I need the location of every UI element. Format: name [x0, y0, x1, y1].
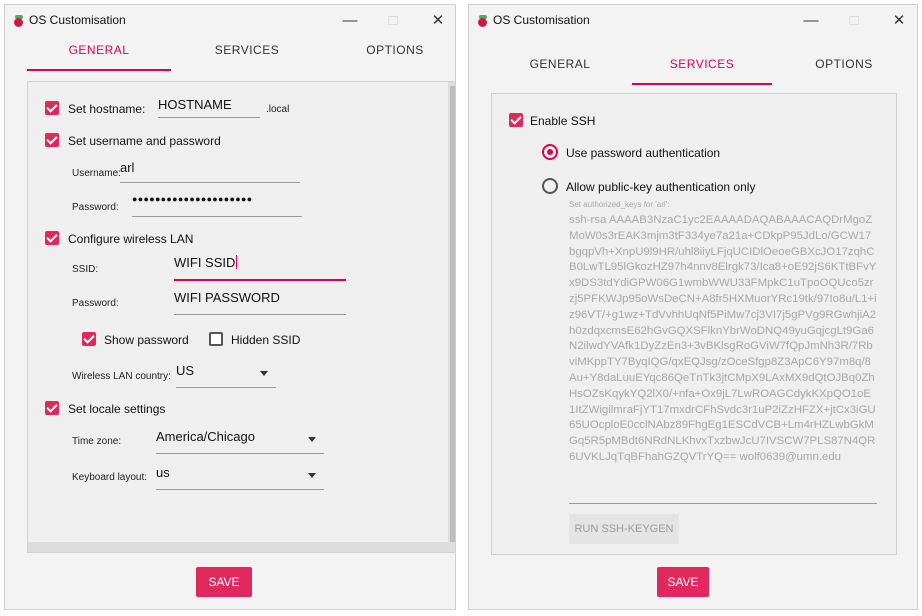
hostname-input[interactable]: HOSTNAME: [158, 97, 260, 118]
ssid-input[interactable]: WIFI SSID: [174, 255, 346, 281]
authorized-keys-underline: [569, 503, 877, 504]
chevron-down-icon: [260, 371, 268, 376]
wlan-password-label: Password:: [72, 298, 119, 309]
configure-wlan-label: Configure wireless LAN: [68, 232, 194, 246]
authorized-keys-label: Set authorized_keys for 'arl':: [569, 200, 670, 209]
wlan-country-select[interactable]: US: [176, 363, 276, 388]
os-customisation-window-general: OS Customisation — □ ✕ GENERAL SERVICES …: [4, 4, 456, 610]
wlan-password-value: WIFI PASSWORD: [174, 290, 280, 305]
pubkey-auth-label: Allow public-key authentication only: [566, 180, 756, 194]
chevron-down-icon: [308, 437, 316, 442]
minimize-button[interactable]: —: [338, 9, 362, 33]
hidden-ssid-label: Hidden SSID: [231, 333, 301, 347]
set-locale-label: Set locale settings: [68, 402, 166, 416]
timezone-value: America/Chicago: [156, 429, 255, 444]
configure-wlan-checkbox[interactable]: [45, 231, 59, 245]
tab-services[interactable]: SERVICES: [175, 35, 319, 77]
timezone-label: Time zone:: [72, 436, 122, 447]
set-username-password-checkbox[interactable]: [45, 133, 59, 147]
authorized-keys-textarea[interactable]: ssh-rsa AAAAB3NzaC1yc2EAAAADAQABAAACAQDr…: [569, 213, 877, 466]
title-bar[interactable]: OS Customisation — □ ✕: [5, 5, 455, 37]
keyboard-layout-value: us: [156, 465, 170, 480]
set-hostname-label: Set hostname:: [68, 102, 146, 116]
raspberry-pi-icon: [13, 15, 25, 27]
enable-ssh-label: Enable SSH: [530, 114, 596, 128]
tab-bar: GENERAL SERVICES OPTIONS: [5, 35, 455, 77]
scrollbar-thumb[interactable]: [450, 86, 455, 542]
keyboard-layout-select[interactable]: us: [156, 465, 324, 490]
tab-bar: GENERAL SERVICES OPTIONS: [469, 49, 917, 91]
text-cursor: [236, 255, 238, 269]
minimize-button[interactable]: —: [799, 9, 823, 33]
username-value: arl: [120, 160, 135, 175]
active-tab-indicator: [632, 83, 772, 85]
close-button[interactable]: ✕: [426, 9, 450, 33]
wlan-country-value: US: [176, 363, 195, 378]
chevron-down-icon: [308, 473, 316, 478]
username-input[interactable]: arl: [120, 160, 300, 183]
pubkey-auth-radio[interactable]: [542, 178, 558, 194]
set-hostname-checkbox[interactable]: [45, 101, 59, 115]
username-label: Username:: [72, 168, 121, 179]
hostname-suffix: .local: [266, 104, 290, 115]
set-username-password-label: Set username and password: [68, 134, 221, 148]
password-auth-radio[interactable]: [542, 144, 558, 160]
keyboard-layout-label: Keyboard layout:: [72, 472, 148, 483]
tab-options[interactable]: OPTIONS: [323, 35, 455, 77]
password-auth-label: Use password authentication: [566, 146, 721, 160]
run-ssh-keygen-button[interactable]: RUN SSH-KEYGEN: [569, 514, 679, 544]
show-password-label: Show password: [104, 333, 189, 347]
hidden-ssid-checkbox[interactable]: [209, 332, 223, 346]
window-title: OS Customisation: [493, 13, 590, 27]
timezone-select[interactable]: America/Chicago: [156, 429, 324, 454]
wlan-password-input[interactable]: WIFI PASSWORD: [174, 290, 346, 315]
password-value: ●●●●●●●●●●●●●●●●●●●●●: [132, 194, 253, 204]
tab-options[interactable]: OPTIONS: [772, 49, 916, 91]
maximize-button[interactable]: □: [842, 9, 866, 33]
save-button[interactable]: SAVE: [657, 567, 709, 597]
hostname-value: HOSTNAME: [158, 97, 232, 112]
vertical-scrollbar[interactable]: [448, 82, 455, 552]
set-locale-checkbox[interactable]: [45, 401, 59, 415]
ssid-label: SSID:: [72, 264, 99, 275]
maximize-button[interactable]: □: [381, 9, 405, 33]
save-button[interactable]: SAVE: [196, 567, 252, 597]
enable-ssh-checkbox[interactable]: [509, 113, 523, 127]
general-panel: Set hostname: HOSTNAME .local Set userna…: [27, 81, 455, 553]
window-title: OS Customisation: [29, 13, 126, 27]
services-panel: Enable SSH Use password authentication A…: [491, 93, 897, 555]
os-customisation-window-services: OS Customisation — □ ✕ GENERAL SERVICES …: [468, 4, 918, 610]
show-password-checkbox[interactable]: [82, 332, 96, 346]
title-bar[interactable]: OS Customisation — □ ✕: [469, 5, 917, 37]
raspberry-pi-icon: [477, 15, 489, 27]
password-label: Password:: [72, 202, 119, 213]
wlan-country-label: Wireless LAN country:: [72, 371, 171, 382]
password-input[interactable]: ●●●●●●●●●●●●●●●●●●●●●: [132, 194, 302, 217]
active-tab-indicator: [27, 69, 171, 71]
close-button[interactable]: ✕: [887, 9, 911, 33]
ssid-value: WIFI SSID: [174, 255, 236, 270]
tab-general[interactable]: GENERAL: [488, 49, 632, 91]
horizontal-scrollbar[interactable]: [28, 542, 448, 552]
